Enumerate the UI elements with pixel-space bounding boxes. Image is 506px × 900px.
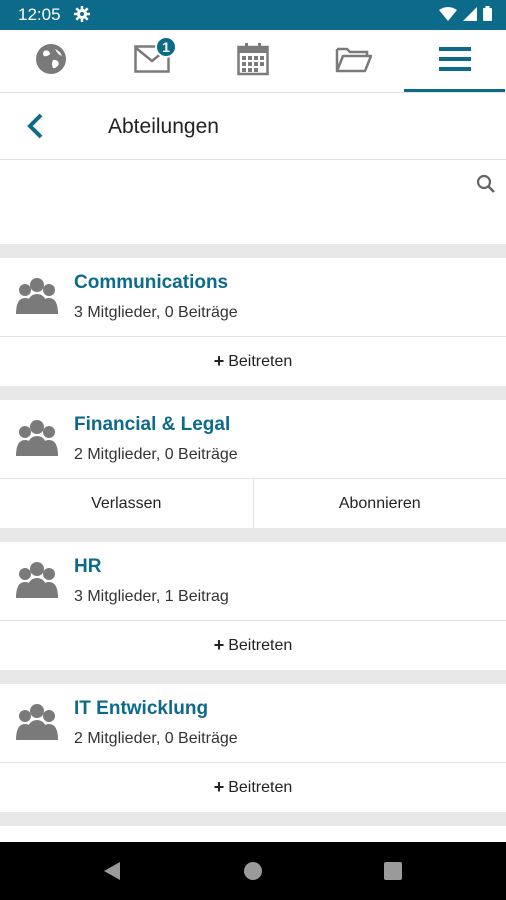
department-info[interactable]: HR 3 Mitglieder, 1 Beitrag [0,542,506,621]
tab-calendar[interactable] [202,30,303,92]
department-card: HR 3 Mitglieder, 1 Beitrag + Beitreten [0,542,506,670]
plus-icon: + [213,777,225,797]
join-button[interactable]: + Beitreten [0,763,506,812]
back-triangle-icon [104,862,120,880]
subscribe-label: Abonnieren [338,494,421,512]
nav-recents-button[interactable] [383,861,403,886]
folder-icon [335,45,373,78]
join-label: Beitreten [228,352,293,370]
home-circle-icon [244,862,262,880]
gear-icon [74,6,90,27]
chevron-left-icon [27,113,43,139]
department-name[interactable]: HR [74,556,101,578]
department-name[interactable]: Financial & Legal [74,414,230,436]
tab-mail[interactable]: 1 [101,30,202,92]
status-bar: 12:05 [0,0,506,30]
department-actions: + Beitreten [0,337,506,386]
department-actions: + Beitreten [0,763,506,812]
battery-icon [483,6,492,26]
group-icon [16,276,58,321]
status-icons [439,6,492,26]
department-info[interactable]: Financial & Legal 2 Mitglieder, 0 Beiträ… [0,400,506,479]
leave-label: Verlassen [91,494,162,512]
department-name[interactable]: IT Entwicklung [74,698,208,720]
subscribe-button[interactable]: Abonnieren [252,479,506,528]
globe-icon [35,43,67,80]
leave-button[interactable]: Verlassen [0,479,253,528]
tab-menu[interactable] [404,30,505,92]
wifi-icon [439,6,457,26]
department-card: Financial & Legal 2 Mitglieder, 0 Beiträ… [0,400,506,528]
group-icon [16,418,58,463]
department-actions: Verlassen Abonnieren [0,479,506,528]
nav-home-button[interactable] [243,861,263,886]
tab-folder[interactable] [303,30,404,92]
tab-globe[interactable] [0,30,101,92]
department-meta: 3 Mitglieder, 1 Beitrag [74,588,229,605]
status-time: 12:05 [18,5,61,24]
system-nav-bar [0,842,506,900]
department-list: Communications 3 Mitglieder, 0 Beiträge … [0,258,506,880]
nav-back-button[interactable] [102,861,122,886]
department-info[interactable]: IT Entwicklung 2 Mitglieder, 0 Beiträge [0,684,506,763]
back-button[interactable] [24,113,46,144]
join-button[interactable]: + Beitreten [0,621,506,670]
top-tab-bar: 1 [0,30,506,93]
signal-icon [463,6,477,26]
group-icon [16,702,58,747]
department-meta: 3 Mitglieder, 0 Beiträge [74,304,238,321]
plus-icon: + [213,351,225,371]
department-info[interactable]: Communications 3 Mitglieder, 0 Beiträge [0,258,506,337]
join-button[interactable]: + Beitreten [0,337,506,386]
join-label: Beitreten [228,778,293,796]
search-icon[interactable] [476,174,496,199]
mail-badge: 1 [155,36,177,58]
search-area[interactable] [0,160,506,244]
page-title: Abteilungen [108,115,219,138]
plus-icon: + [213,635,225,655]
department-card: Communications 3 Mitglieder, 0 Beiträge … [0,258,506,386]
calendar-icon [236,42,269,81]
recents-square-icon [384,862,402,880]
department-meta: 2 Mitglieder, 0 Beiträge [74,446,238,463]
group-icon [16,560,58,605]
department-meta: 2 Mitglieder, 0 Beiträge [74,730,238,747]
join-label: Beitreten [228,636,293,654]
department-actions: + Beitreten [0,621,506,670]
department-card: IT Entwicklung 2 Mitglieder, 0 Beiträge … [0,684,506,812]
menu-icon [438,46,471,77]
page-header: Abteilungen [0,93,506,160]
department-name[interactable]: Communications [74,272,228,294]
